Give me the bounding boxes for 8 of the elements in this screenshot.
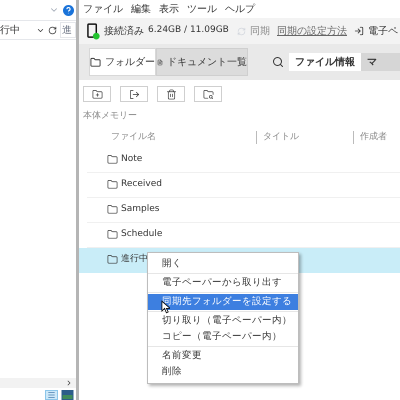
folder-name: Samples xyxy=(121,202,160,216)
folder-name: Received xyxy=(121,178,162,191)
connection-status: 接続済み xyxy=(104,24,144,38)
folder-name: Note xyxy=(121,152,142,166)
folder-name: Schedule xyxy=(121,228,162,241)
storage-label: 本体メモリー xyxy=(82,110,138,123)
folder-name: 進行中 xyxy=(121,252,148,266)
storage-usage: 6.24GB / 11.09GB xyxy=(148,24,229,38)
